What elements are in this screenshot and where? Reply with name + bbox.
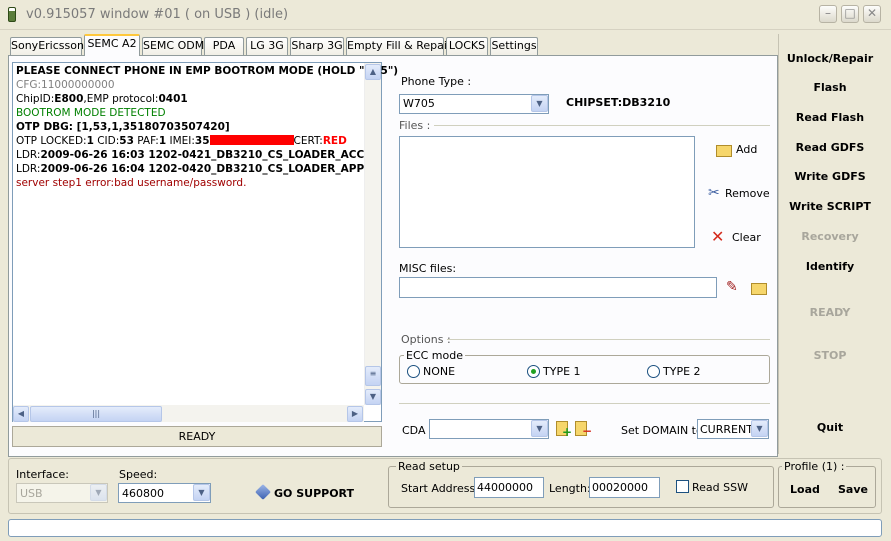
folder-icon <box>716 145 732 157</box>
minus-icon: − <box>582 424 593 438</box>
log-line: OTP LOCKED:1 CID:53 PAF:1 IMEI:35 CERT:RE… <box>16 135 347 147</box>
scroll-left-icon[interactable]: ◀ <box>13 406 29 422</box>
read-gdfs-button[interactable]: Read GDFS <box>778 141 882 154</box>
quit-button[interactable]: Quit <box>778 421 882 434</box>
ecc-type1-label: TYPE 1 <box>543 365 581 378</box>
files-list[interactable] <box>399 136 695 248</box>
read-flash-button[interactable]: Read Flash <box>778 111 882 124</box>
read-ssw-label: Read SSW <box>692 481 748 494</box>
scissors-icon: ✂ <box>708 185 720 201</box>
log-line: OTP DBG: [1,53,1,35180703507420] <box>16 121 230 133</box>
app-icon <box>8 7 16 22</box>
minimize-icon[interactable]: – <box>819 5 837 23</box>
chevron-down-icon[interactable]: ▼ <box>531 95 548 112</box>
log-vertical-scrollbar[interactable] <box>364 63 381 405</box>
interface-value: USB <box>20 487 43 500</box>
plus-icon: + <box>562 425 573 439</box>
domain-label: Set DOMAIN to <box>621 424 703 437</box>
read-ssw-checkbox[interactable] <box>676 480 689 493</box>
maximize-icon[interactable]: □ <box>841 5 859 23</box>
tab-settings[interactable]: Settings <box>490 37 538 55</box>
scroll-up-icon[interactable]: ▲ <box>365 64 381 80</box>
progress-bar <box>8 519 882 537</box>
chevron-down-icon[interactable]: ▼ <box>193 484 210 501</box>
hscroll-thumb[interactable]: ||| <box>30 406 162 422</box>
ready-indicator: READY <box>809 306 851 319</box>
ecc-type2-label: TYPE 2 <box>663 365 701 378</box>
identify-button[interactable]: Identify <box>778 260 882 273</box>
tab-semc-a2[interactable]: SEMC A2 <box>84 34 140 56</box>
ecc-none-label: NONE <box>423 365 456 378</box>
start-address-label: Start Address: <box>401 482 479 495</box>
unlock-repair-button[interactable]: Unlock/Repair <box>778 52 882 65</box>
load-button[interactable]: Load <box>790 483 820 496</box>
tab-empty-fill-repair[interactable]: Empty Fill & Repair <box>346 37 451 55</box>
options-label: Options : <box>401 333 451 346</box>
go-support-button[interactable]: GO SUPPORT <box>274 487 354 500</box>
start-address-value: 44000000 <box>477 481 533 494</box>
domain-value: CURRENT <box>700 423 753 436</box>
log-line: ChipID:E800,EMP protocol:0401 <box>16 93 188 105</box>
tab-locks[interactable]: LOCKS <box>446 37 488 55</box>
stop-button[interactable]: STOP <box>778 349 882 362</box>
ecc-none-radio[interactable] <box>407 365 420 378</box>
log-line: PLEASE CONNECT PHONE IN EMP BOOTROM MODE… <box>16 65 399 77</box>
divider <box>447 339 770 340</box>
chipset-label: CHIPSET:DB3210 <box>566 96 671 109</box>
length-label: Length: <box>549 482 591 495</box>
folder-icon[interactable] <box>751 283 767 295</box>
tab-semc-odm[interactable]: SEMC ODM <box>142 37 204 55</box>
ecc-type2-radio[interactable] <box>647 365 660 378</box>
log-line: server step1 error:bad username/password… <box>16 177 247 189</box>
speed-label: Speed: <box>119 468 158 481</box>
log-line: CFG:11000000000 <box>16 79 115 91</box>
window-title: v0.915057 window #01 ( on USB ) (idle) <box>26 7 289 22</box>
add-button[interactable]: Add <box>736 143 757 156</box>
phone-type-label: Phone Type : <box>401 75 472 88</box>
length-value: 00020000 <box>592 481 648 494</box>
clear-icon: ✕ <box>711 227 725 246</box>
pen-icon[interactable]: ✎ <box>726 279 738 295</box>
divider <box>434 125 770 126</box>
log-line: LDR:2009-06-26 16:03 1202-0421_DB3210_CS… <box>16 149 364 161</box>
tab-sonyericsson[interactable]: SonyEricsson <box>10 37 84 55</box>
phone-type-value: W705 <box>403 97 435 110</box>
remove-button[interactable]: Remove <box>725 187 770 200</box>
log-line: BOOTROM MODE DETECTED <box>16 107 166 119</box>
recovery-button[interactable]: Recovery <box>778 230 882 243</box>
misc-files-label: MISC files: <box>399 262 457 275</box>
chevron-down-icon[interactable]: ▼ <box>90 484 107 501</box>
write-gdfs-button[interactable]: Write GDFS <box>778 170 882 183</box>
action-sidebar <box>778 34 882 454</box>
scroll-thumb[interactable]: ≡ <box>365 366 381 386</box>
interface-label: Interface: <box>16 468 69 481</box>
scroll-down-icon[interactable]: ▼ <box>365 389 381 405</box>
profile-label: Profile (1) : <box>782 460 847 473</box>
chevron-down-icon[interactable]: ▼ <box>531 420 548 437</box>
ecc-mode-label: ECC mode <box>404 349 466 362</box>
log-status: READY <box>12 426 382 447</box>
cda-label: CDA <box>402 424 426 437</box>
redacted-imei <box>209 135 294 145</box>
write-script-button[interactable]: Write SCRIPT <box>778 200 882 213</box>
clear-button[interactable]: Clear <box>732 231 761 244</box>
files-label: Files : <box>399 119 431 132</box>
close-icon[interactable]: ✕ <box>863 5 881 23</box>
scroll-right-icon[interactable]: ▶ <box>347 406 363 422</box>
save-button[interactable]: Save <box>838 483 868 496</box>
tab-pda[interactable]: PDA <box>204 37 244 55</box>
log-line: LDR:2009-06-26 16:04 1202-0420_DB3210_CS… <box>16 163 364 175</box>
flash-button[interactable]: Flash <box>778 81 882 94</box>
tab-lg-3g[interactable]: LG 3G <box>246 37 288 55</box>
ecc-type1-radio[interactable] <box>527 365 540 378</box>
misc-files-input[interactable] <box>399 277 717 298</box>
read-setup-label: Read setup <box>396 460 462 473</box>
tab-sharp-3g[interactable]: Sharp 3G <box>290 37 344 55</box>
divider <box>399 403 770 404</box>
chevron-down-icon[interactable]: ▼ <box>751 420 768 437</box>
speed-value: 460800 <box>122 487 164 500</box>
